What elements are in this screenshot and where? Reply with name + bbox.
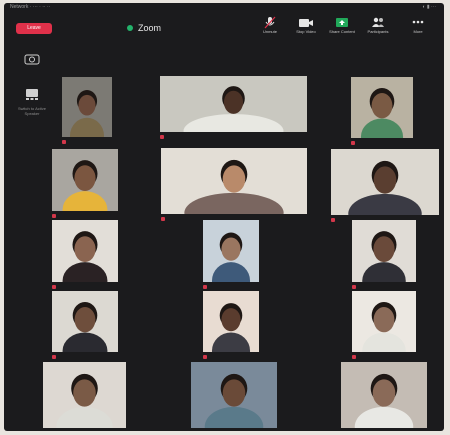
participant-name — [52, 212, 58, 220]
muted-microphone-icon — [352, 354, 356, 359]
muted-microphone-icon — [160, 134, 164, 139]
participant-video — [352, 220, 416, 282]
participants-button[interactable]: Participants — [362, 16, 394, 42]
participant-video — [62, 77, 112, 137]
leave-button[interactable]: Leave — [16, 23, 52, 34]
participant-video — [52, 291, 118, 352]
stop-video-button[interactable]: Stop Video — [290, 16, 322, 42]
muted-microphone-icon — [52, 213, 56, 218]
participant-video — [341, 362, 427, 428]
participant-video — [191, 362, 277, 428]
participant-video — [43, 362, 126, 428]
share-screen-icon — [336, 18, 348, 27]
muted-microphone-icon — [62, 139, 66, 144]
more-button[interactable]: More — [402, 16, 434, 42]
participant-name — [203, 353, 209, 361]
more-icon — [412, 20, 424, 24]
muted-microphone-icon — [351, 140, 355, 145]
muted-microphone-icon — [331, 217, 335, 222]
more-label: More — [413, 29, 423, 34]
meeting-header: Leave Zoom Unmute Stop Video Share Conte… — [4, 12, 444, 42]
participants-icon — [372, 17, 384, 27]
participant-name — [62, 138, 68, 146]
status-bar-left: Network · ··· · ·· ·· — [10, 4, 51, 10]
participant-video — [331, 149, 439, 215]
switch-to-speaker-view-button[interactable]: Switch to Active Speaker — [12, 87, 52, 116]
participant-name — [331, 216, 337, 224]
status-bar-right: ◐ ▮ ··· — [422, 4, 436, 10]
participant-video — [351, 77, 413, 138]
muted-microphone-icon — [203, 354, 207, 359]
participant-name — [43, 429, 49, 431]
speaker-view-icon — [26, 89, 38, 100]
muted-microphone-icon — [352, 284, 356, 289]
participant-name — [160, 133, 166, 141]
switch-camera-button[interactable] — [12, 52, 52, 71]
muted-microphone-icon — [52, 284, 56, 289]
video-camera-icon — [299, 19, 313, 27]
unmute-button[interactable]: Unmute — [254, 16, 286, 42]
participant-tile[interactable] — [352, 220, 416, 289]
unmute-label: Unmute — [262, 29, 277, 34]
connection-status-icon — [127, 25, 133, 31]
participant-video — [161, 148, 307, 214]
participant-tile[interactable] — [161, 148, 307, 221]
status-bar: Network · ··· · ·· ·· ◐ ▮ ··· — [4, 3, 444, 12]
participants-label: Participants — [367, 29, 389, 34]
switch-to-speaker-view-label: Switch to Active Speaker — [17, 106, 46, 116]
muted-microphone-icon — [161, 216, 165, 221]
participant-tile[interactable] — [52, 149, 118, 218]
participant-video — [352, 291, 416, 352]
participant-tile[interactable] — [203, 220, 259, 289]
participant-tile[interactable] — [351, 77, 413, 145]
participant-name — [352, 353, 358, 361]
participant-tile[interactable] — [160, 76, 307, 139]
participant-tile[interactable] — [43, 362, 126, 431]
share-content-label: Share Content — [329, 29, 355, 34]
participant-tile[interactable] — [331, 149, 439, 222]
participant-video — [52, 149, 118, 211]
zoom-window: Network · ··· · ·· ·· ◐ ▮ ··· Leave Zoom… — [4, 3, 444, 431]
participant-name — [52, 283, 58, 291]
camera-switch-icon — [24, 54, 40, 65]
participant-tile[interactable] — [341, 362, 427, 431]
participant-name — [352, 283, 358, 291]
participant-video — [52, 220, 118, 282]
participant-tile[interactable] — [203, 291, 259, 359]
share-content-button[interactable]: Share Content — [326, 16, 358, 42]
participant-video — [203, 220, 259, 282]
participant-name — [52, 353, 58, 361]
participant-video — [160, 76, 307, 132]
participant-tile[interactable] — [52, 220, 118, 289]
participant-video — [203, 291, 259, 352]
muted-microphone-icon — [52, 354, 56, 359]
participant-name — [191, 429, 197, 431]
participant-name — [161, 215, 167, 223]
participant-name — [203, 283, 209, 291]
participant-tile[interactable] — [62, 77, 112, 144]
participant-tile[interactable] — [352, 291, 416, 359]
muted-microphone-icon — [203, 284, 207, 289]
participant-tile[interactable] — [52, 291, 118, 359]
participant-name — [341, 429, 347, 431]
participant-tile[interactable] — [191, 362, 277, 431]
meeting-title[interactable]: Zoom — [138, 21, 161, 35]
stop-video-label: Stop Video — [296, 29, 316, 34]
microphone-icon — [264, 16, 276, 29]
participant-name — [351, 139, 357, 147]
